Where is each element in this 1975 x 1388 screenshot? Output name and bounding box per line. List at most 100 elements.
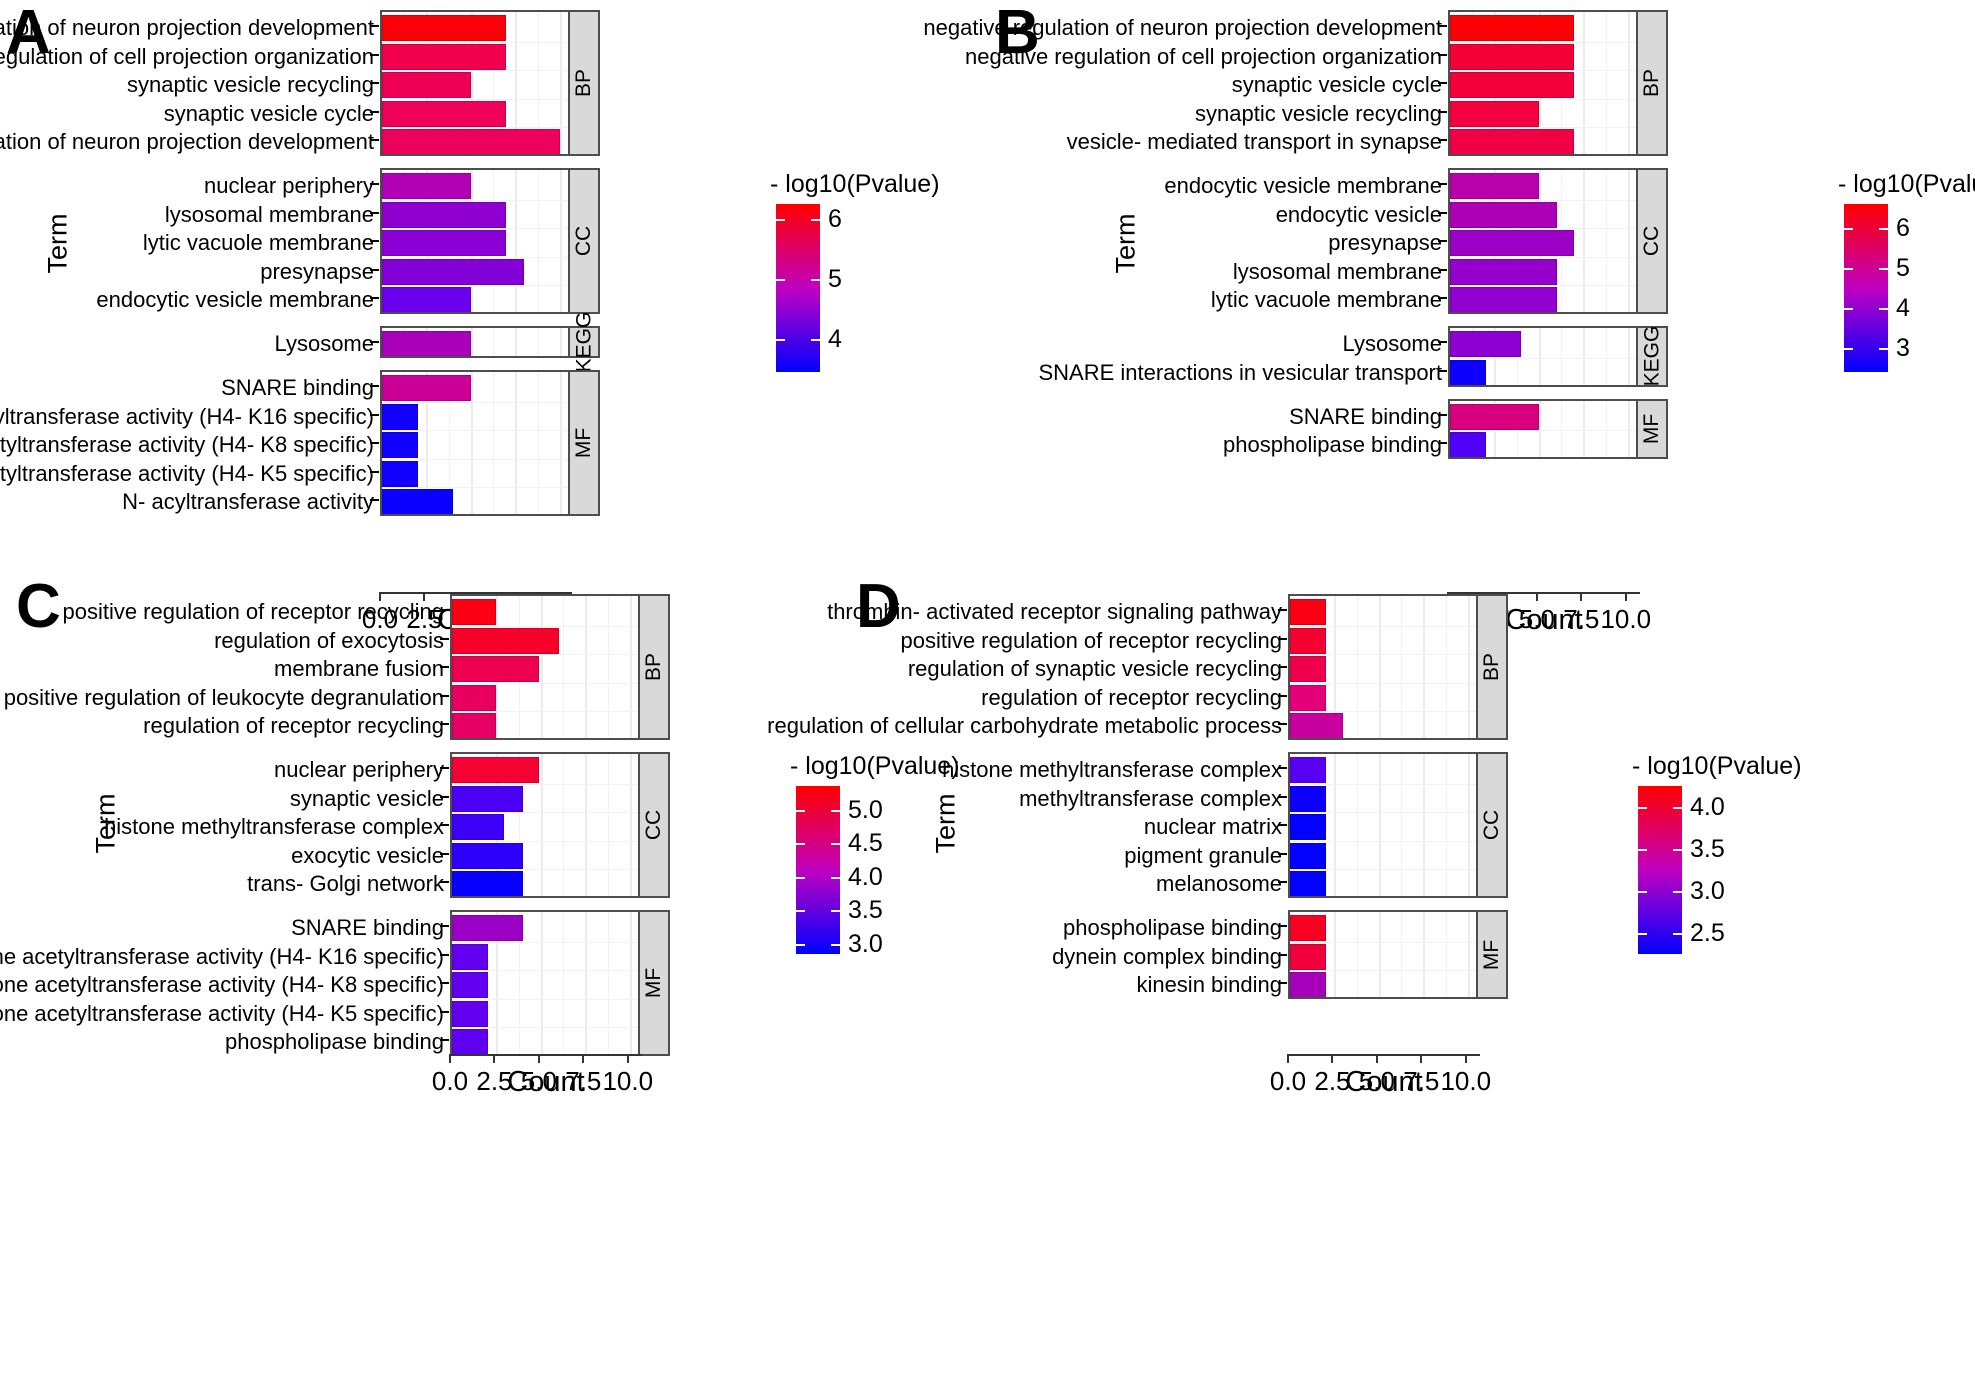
gridline-minor	[1401, 912, 1403, 997]
gridline-row	[382, 487, 568, 488]
x-axis-line	[1288, 1054, 1480, 1056]
bar	[1450, 43, 1575, 70]
term-label: lytic vacuole membrane	[142, 230, 374, 255]
term-label: synaptic vesicle cycle	[1231, 72, 1442, 97]
gridline-row	[1290, 970, 1476, 971]
gridline-major	[1583, 12, 1586, 154]
gridline-row	[1450, 127, 1636, 128]
facet-bp-d: BP	[1288, 594, 1508, 740]
term-label: lysosomal membrane	[1232, 258, 1442, 284]
gridline-row	[382, 458, 568, 460]
term-tick	[1438, 341, 1447, 343]
term-tick	[1278, 925, 1287, 927]
term-tick	[440, 824, 449, 826]
term-label: regulation of receptor recycling	[981, 684, 1282, 710]
gridline-row	[452, 812, 638, 813]
bar	[1290, 713, 1344, 738]
term-label: negative regulation of neuron projection…	[923, 15, 1442, 40]
gridline-row	[452, 941, 638, 943]
term-tick	[1278, 982, 1287, 984]
term-label: phospholipase binding	[225, 1029, 444, 1054]
bar	[1290, 627, 1326, 654]
term-tick	[440, 723, 449, 725]
term-label: histone acetyltransferase activity (H4- …	[0, 972, 444, 997]
gridline-row	[1290, 625, 1476, 627]
facet-plot-area	[1448, 168, 1638, 314]
term-label: regulation of neuron projection developm…	[0, 129, 374, 154]
legend-tick-mark	[796, 910, 805, 913]
x-axis-line	[450, 1054, 642, 1056]
term-label: histone acetyltransferase activity (H4- …	[0, 403, 374, 429]
term-tick	[1438, 139, 1447, 141]
facet-plot-area	[1288, 594, 1478, 740]
bar	[382, 173, 471, 199]
bar	[1450, 403, 1539, 430]
term-tick	[370, 385, 379, 387]
term-tick	[440, 694, 449, 697]
term-tick	[440, 1010, 449, 1013]
term-label: lysosomal membrane	[164, 201, 374, 227]
term-label: regulation of synaptic vesicle recycling	[907, 656, 1282, 681]
gridline-major	[1627, 12, 1630, 154]
gridline-major	[1583, 170, 1586, 312]
term-tick	[440, 1039, 449, 1041]
gridline-row	[382, 430, 568, 431]
bar	[1290, 656, 1326, 682]
term-label: positive regulation of leukocyte degranu…	[3, 684, 444, 710]
gridline-major	[470, 328, 473, 356]
term-label: membrane fusion	[274, 656, 444, 681]
term-tick	[370, 183, 379, 185]
term-label: SNARE binding	[221, 375, 374, 400]
facet-strip-kegg: KEGG	[1638, 326, 1668, 387]
facet-cc-b: CC	[1448, 168, 1668, 314]
gridline-row	[452, 970, 638, 971]
term-label: positive regulation of receptor recyclin…	[62, 599, 444, 624]
bar	[382, 72, 471, 98]
term-tick	[370, 297, 379, 299]
term-tick	[370, 25, 379, 27]
bar	[382, 375, 471, 401]
gridline-minor	[1356, 912, 1358, 997]
term-label: synaptic vesicle cycle	[163, 100, 374, 126]
gridline-row	[382, 228, 568, 229]
gridline-major	[1627, 328, 1630, 385]
legend-tick-mark	[1673, 807, 1682, 809]
gridline-row	[1290, 812, 1476, 813]
facet-plot-area	[380, 10, 570, 156]
term-label: negative regulation of cell projection o…	[965, 43, 1442, 69]
bar	[1290, 599, 1326, 625]
gridline-major	[1378, 596, 1381, 738]
bar	[1450, 287, 1557, 312]
term-label: endocytic vesicle	[1275, 201, 1442, 227]
term-label: endocytic vesicle membrane	[1164, 173, 1442, 198]
bar	[382, 100, 507, 127]
term-tick	[1438, 442, 1447, 444]
x-tick	[1580, 592, 1583, 601]
term-label: endocytic vesicle membrane	[96, 287, 374, 312]
gridline-minor	[1445, 754, 1447, 896]
legend-tick-mark	[1673, 891, 1682, 893]
term-tick	[440, 982, 449, 984]
bar	[1290, 871, 1326, 896]
facet-strip-label: CC	[572, 225, 595, 257]
legend-tick-mark	[1638, 849, 1647, 851]
term-label: synaptic vesicle	[289, 785, 444, 811]
gridline-minor	[1561, 400, 1563, 457]
facet-plot-area	[380, 370, 570, 516]
term-label: SNARE binding	[1289, 403, 1442, 429]
gridline-major	[1334, 754, 1337, 896]
term-label: Lysosome	[274, 331, 374, 356]
term-tick	[1278, 609, 1287, 611]
bar	[452, 1000, 488, 1027]
facet-mf-d: MF	[1288, 910, 1508, 999]
term-tick	[1278, 694, 1287, 697]
x-tick	[1331, 1054, 1334, 1063]
term-label: regulation of receptor recycling	[143, 713, 444, 738]
bar	[1290, 972, 1326, 997]
x-tick	[1464, 1054, 1467, 1063]
gridline-minor	[1401, 754, 1403, 896]
gridline-major	[1538, 328, 1541, 385]
legend-tick-mark	[1879, 228, 1888, 230]
bar	[1450, 201, 1557, 228]
facet-plot-area	[380, 168, 570, 314]
